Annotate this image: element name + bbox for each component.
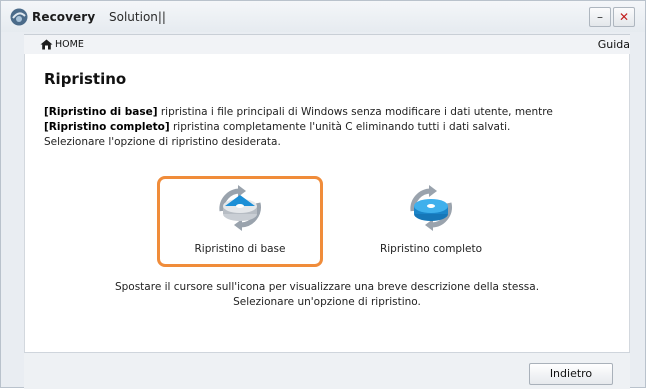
main-panel: Ripristino [Ripristino di base] ripristi… [24,54,630,352]
hint-line-2: Selezionare un'opzione di ripristino. [233,296,421,308]
app-logo-icon [10,8,28,26]
description-line-1: [Ripristino di base] ripristina i file p… [44,106,624,118]
disk-restore-icon [219,185,261,231]
desc-full-label: [Ripristino completo] [44,121,170,133]
toolbar: HOME Guida [24,34,630,56]
option-full-restore[interactable]: Ripristino completo [361,176,501,267]
app-window: Recovery Solution|| – ✕ HOME Guida Ripri… [0,0,646,389]
description-line-3: Selezionare l'opzione di ripristino desi… [44,136,281,148]
desc-base-text: ripristina i file principali di Windows … [157,106,553,118]
hint-line-1: Spostare il cursore sull'icona per visua… [114,281,540,293]
description-line-2: [Ripristino completo] ripristina complet… [44,121,624,133]
footer-bar: Indietro [24,352,630,389]
close-button[interactable]: ✕ [613,7,635,27]
option-basic-label: Ripristino di base [194,243,286,255]
desc-base-label: [Ripristino di base] [44,106,158,118]
back-button[interactable]: Indietro [529,363,613,385]
disk-full-restore-icon [410,185,452,231]
home-icon[interactable] [40,39,53,50]
page-title: Ripristino [44,70,127,88]
minimize-button[interactable]: – [589,7,611,27]
help-link[interactable]: Guida [598,38,630,51]
option-full-label: Ripristino completo [379,243,483,255]
option-basic-restore[interactable]: Ripristino di base [157,176,323,267]
window-title-bold: Recovery [32,10,96,24]
desc-full-text: ripristina completamente l'unità C elimi… [169,121,511,133]
home-link[interactable]: HOME [55,39,84,50]
window-title-light: Solution|| [109,10,166,24]
title-bar[interactable]: Recovery Solution|| – ✕ [1,1,645,32]
